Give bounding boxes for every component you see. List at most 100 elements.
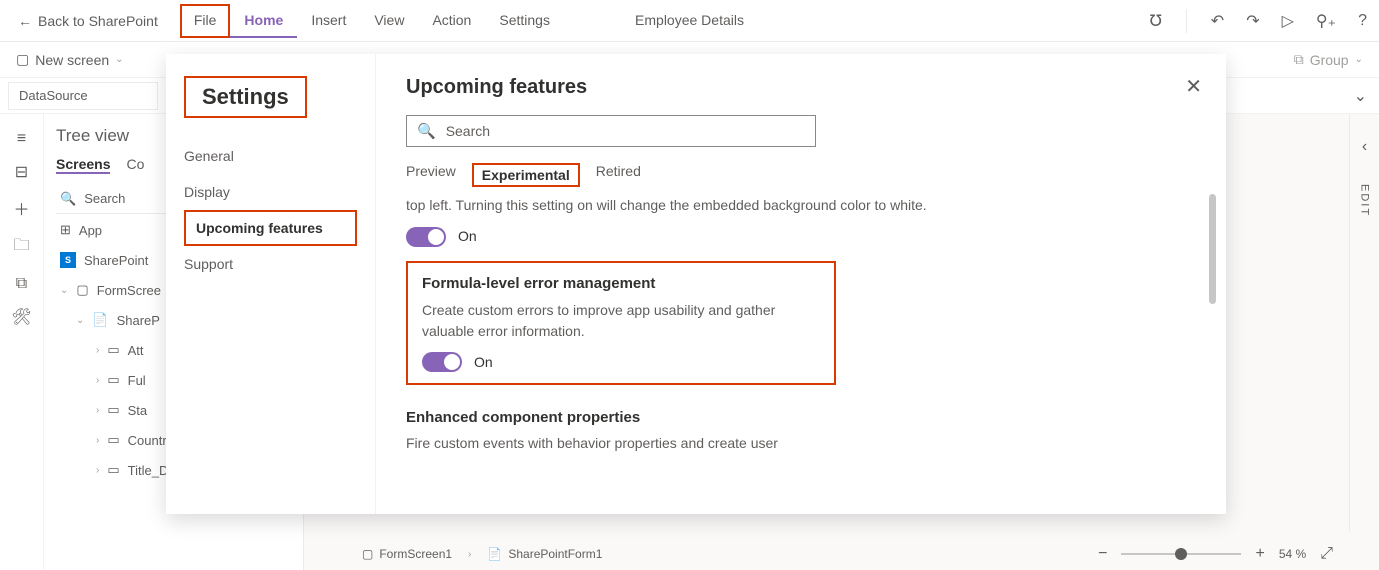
zoom-level: 54 %: [1279, 547, 1306, 561]
undo-icon[interactable]: ↶: [1207, 7, 1228, 35]
tree-label: Sta: [128, 403, 148, 418]
group-label: Group: [1310, 52, 1349, 68]
insert-icon[interactable]: ＋: [13, 196, 29, 220]
formula-property-label: DataSource: [19, 88, 88, 103]
formula-property-dropdown[interactable]: DataSource: [8, 82, 158, 110]
card-icon: ▭: [107, 432, 119, 448]
hamburger-icon[interactable]: ≡: [17, 130, 26, 148]
fullscreen-icon[interactable]: ⤢: [1316, 541, 1337, 567]
tree-label: Att: [128, 343, 144, 358]
app-title: Employee Details: [635, 12, 744, 28]
chevron-down-icon[interactable]: ⌄: [1350, 82, 1371, 110]
redo-icon[interactable]: ↷: [1242, 7, 1263, 35]
feature-enhanced-components: Enhanced component properties Fire custo…: [406, 407, 1026, 455]
tree-label: SharePoint: [84, 253, 148, 268]
tab-retired[interactable]: Retired: [596, 163, 641, 187]
share-icon[interactable]: ⚲₊: [1312, 7, 1340, 35]
dialog-title: Settings: [184, 76, 307, 118]
ribbon-tabs: File Home Insert View Action Settings: [180, 4, 564, 38]
tree-label: Ful: [128, 373, 146, 388]
tools-icon[interactable]: 🛠: [11, 307, 31, 327]
nav-general[interactable]: General: [184, 138, 357, 174]
nav-upcoming-features[interactable]: Upcoming features: [184, 210, 357, 246]
tree-search-placeholder: Search: [84, 191, 125, 206]
chevron-right-icon: ›: [96, 465, 99, 476]
new-screen-button[interactable]: ▢ New screen ⌄: [16, 51, 124, 68]
close-icon[interactable]: ✕: [1185, 74, 1202, 99]
chevron-right-icon: ›: [96, 375, 99, 386]
chevron-right-icon: ›: [468, 549, 471, 560]
arrow-left-icon: ←: [18, 13, 32, 29]
card-icon: ▭: [107, 402, 119, 418]
tab-action[interactable]: Action: [418, 4, 485, 38]
tab-insert[interactable]: Insert: [297, 4, 360, 38]
stethoscope-icon[interactable]: ℧: [1146, 7, 1166, 35]
tree-tab-components[interactable]: Co: [126, 156, 144, 174]
breadcrumb-sharepointform[interactable]: 📄 SharePointForm1: [487, 547, 602, 561]
help-icon[interactable]: ?: [1354, 8, 1371, 34]
back-label: Back to SharePoint: [38, 13, 158, 29]
search-icon: 🔍: [417, 122, 436, 140]
screen-icon: ▢: [76, 282, 88, 298]
partial-feature-desc: top left. Turning this setting on will c…: [406, 195, 1026, 216]
toggle-formula-error[interactable]: [422, 352, 462, 372]
toggle-label: On: [474, 352, 493, 373]
chevron-right-icon: ›: [96, 405, 99, 416]
tree-view-icon[interactable]: ⊟: [15, 162, 28, 182]
tree-label: FormScree: [97, 283, 161, 298]
sharepoint-icon: S: [60, 252, 76, 268]
tab-experimental[interactable]: Experimental: [472, 163, 580, 187]
crumb-label: SharePointForm1: [508, 547, 602, 561]
toggle-embedded-bg[interactable]: [406, 227, 446, 247]
search-icon: 🔍: [60, 191, 76, 207]
screen-icon: ▢: [362, 547, 373, 561]
feature-title: Formula-level error management: [422, 273, 820, 296]
tab-view[interactable]: View: [360, 4, 418, 38]
tree-label: App: [79, 223, 102, 238]
feature-formula-error: Formula-level error management Create cu…: [406, 261, 836, 385]
chevron-left-icon[interactable]: ‹: [1358, 134, 1371, 160]
nav-support[interactable]: Support: [184, 246, 357, 282]
tab-preview[interactable]: Preview: [406, 163, 456, 187]
panel-title: Upcoming features: [406, 76, 1196, 99]
form-icon: 📄: [487, 547, 502, 561]
dialog-nav: Settings General Display Upcoming featur…: [166, 54, 376, 514]
chevron-down-icon: ⌄: [1355, 54, 1363, 65]
divider: [1186, 9, 1187, 33]
screen-icon: ▢: [16, 51, 29, 68]
group-button[interactable]: ⧉ Group ⌄: [1294, 51, 1363, 68]
tree-tab-screens[interactable]: Screens: [56, 156, 110, 174]
tree-label: ShareP: [117, 313, 160, 328]
dialog-panel: ✕ Upcoming features 🔍 Search Preview Exp…: [376, 54, 1226, 514]
top-ribbon: ← Back to SharePoint File Home Insert Vi…: [0, 0, 1379, 42]
right-rail: ‹ EDIT: [1349, 114, 1379, 532]
chevron-down-icon: ⌄: [60, 285, 68, 296]
tab-file[interactable]: File: [180, 4, 231, 38]
card-icon: ▭: [107, 462, 119, 478]
data-icon[interactable]: 🗀: [13, 234, 29, 261]
back-to-sharepoint-link[interactable]: ← Back to SharePoint: [8, 7, 168, 35]
chevron-right-icon: ›: [96, 435, 99, 446]
form-icon: 📄: [92, 312, 108, 328]
feature-desc: Fire custom events with behavior propert…: [406, 433, 1026, 454]
tab-settings[interactable]: Settings: [485, 4, 564, 38]
status-bar: ▢ FormScreen1 › 📄 SharePointForm1 − + 54…: [350, 538, 1349, 570]
features-search[interactable]: 🔍 Search: [406, 115, 816, 147]
nav-display[interactable]: Display: [184, 174, 357, 210]
play-icon[interactable]: ▷: [1278, 7, 1298, 35]
zoom-out-button[interactable]: −: [1094, 541, 1111, 567]
media-icon[interactable]: ⧉: [16, 275, 27, 293]
chevron-down-icon: ⌄: [76, 315, 84, 326]
edit-label: EDIT: [1359, 184, 1371, 217]
breadcrumb-formscreen[interactable]: ▢ FormScreen1: [362, 547, 452, 561]
app-icon: ⊞: [60, 222, 71, 238]
scrollbar[interactable]: [1209, 194, 1216, 304]
toggle-label: On: [458, 226, 477, 247]
zoom-slider[interactable]: [1121, 553, 1241, 555]
chevron-right-icon: ›: [96, 345, 99, 356]
feature-title: Enhanced component properties: [406, 407, 1026, 430]
zoom-in-button[interactable]: +: [1251, 541, 1268, 567]
card-icon: ▭: [107, 342, 119, 358]
new-screen-label: New screen: [35, 52, 109, 68]
tab-home[interactable]: Home: [230, 4, 297, 38]
